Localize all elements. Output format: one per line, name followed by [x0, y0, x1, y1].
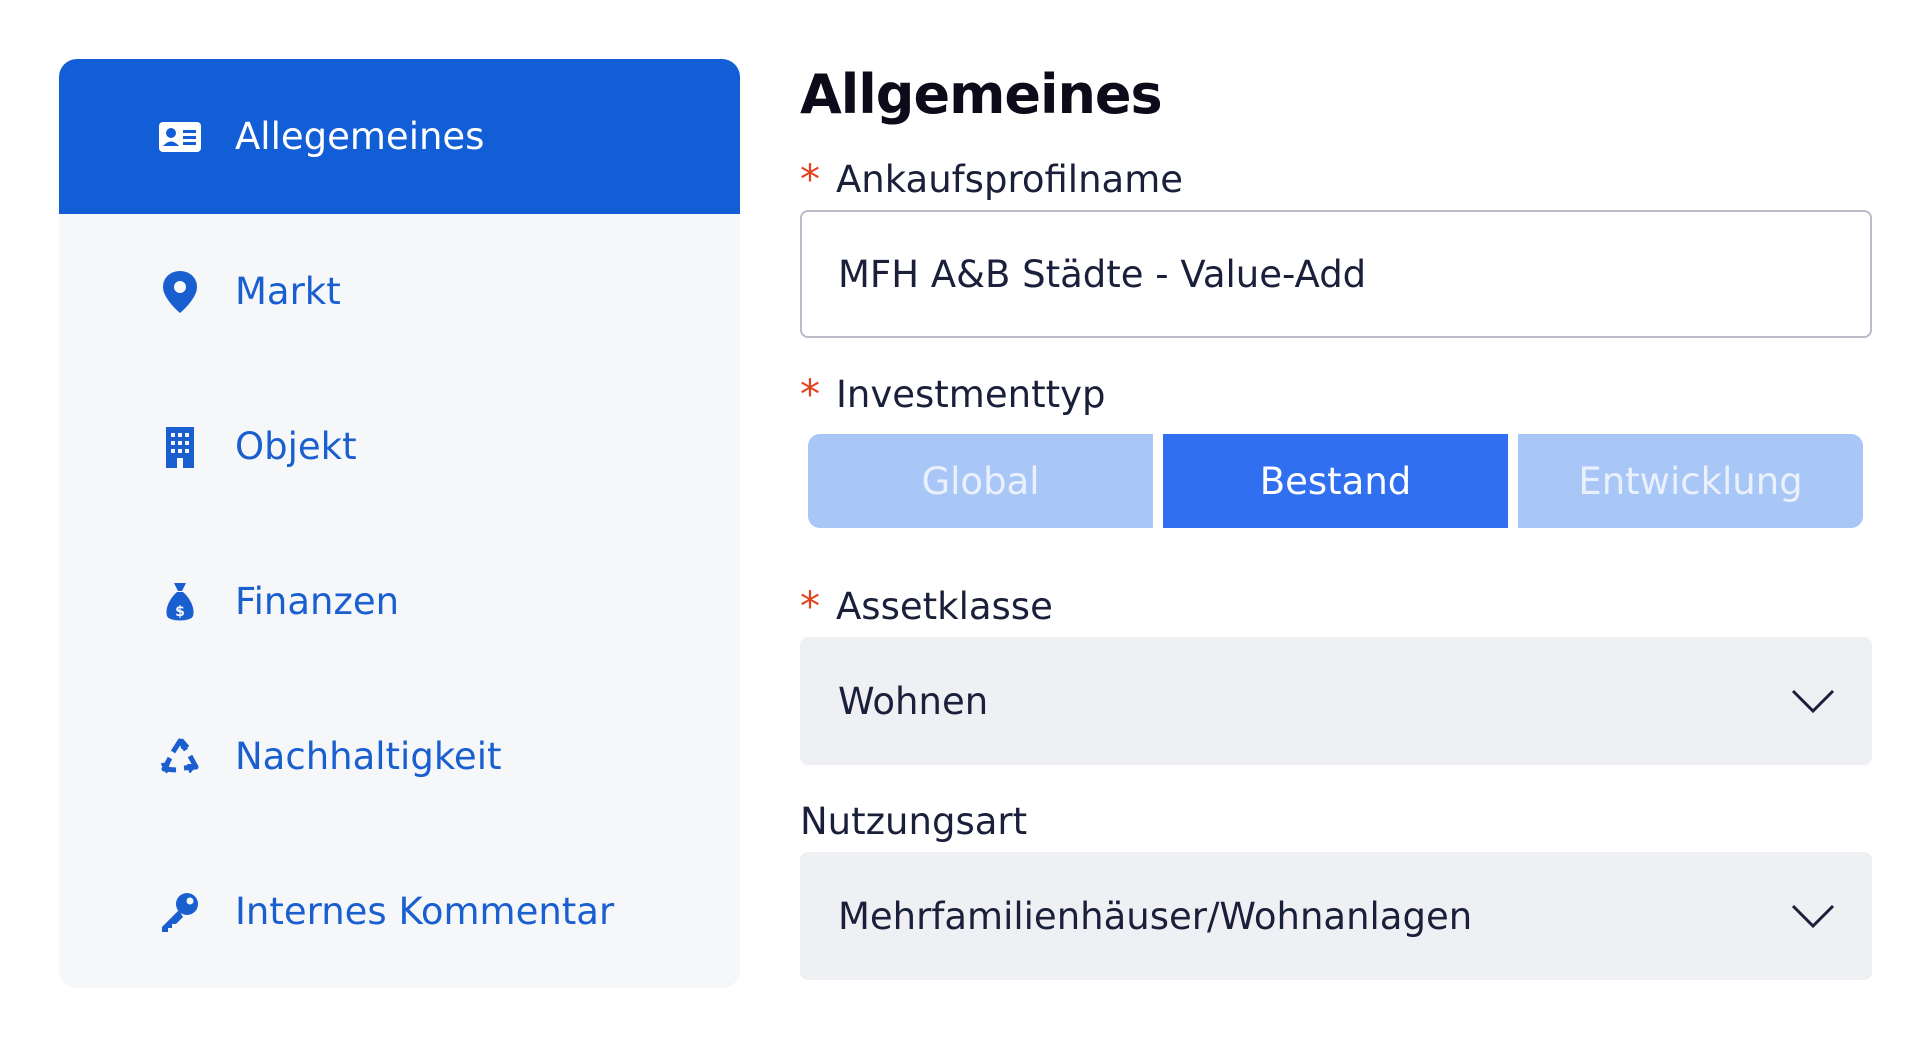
sidebar-item-allegemeines[interactable]: Allegemeines [59, 59, 740, 214]
profile-name-label: * Ankaufsprofilname [800, 150, 1872, 210]
usage-type-select[interactable]: Mehrfamilienhäuser/Wohnanlagen [800, 852, 1872, 980]
profile-name-input[interactable] [800, 210, 1872, 338]
sidebar-item-internes-kommentar[interactable]: Internes Kommentar [59, 834, 740, 988]
sidebar-item-finanzen[interactable]: $ Finanzen [59, 524, 740, 679]
key-icon [155, 887, 205, 937]
sidebar-item-label: Finanzen [235, 580, 400, 623]
id-card-icon [155, 112, 205, 162]
asset-class-label-text: Assetklasse [836, 585, 1053, 628]
profile-name-label-text: Ankaufsprofilname [836, 158, 1184, 201]
map-pin-icon [155, 267, 205, 317]
sidebar-item-label: Objekt [235, 425, 357, 468]
sidebar-item-label: Allegemeines [235, 115, 485, 158]
recycle-icon [155, 732, 205, 782]
sidebar-item-markt[interactable]: Markt [59, 214, 740, 369]
sidebar-item-label: Markt [235, 270, 341, 313]
building-icon [155, 422, 205, 472]
investment-type-label: * Investmenttyp [800, 365, 1872, 425]
asset-class-label: * Assetklasse [800, 577, 1872, 637]
chevron-down-icon [1791, 689, 1835, 714]
page-title: Allgemeines [800, 63, 1163, 126]
investment-type-option-bestand[interactable]: Bestand [1163, 434, 1508, 528]
required-marker: * [800, 372, 820, 418]
investment-type-segmented-control: Global Bestand Entwicklung [800, 434, 1872, 528]
required-marker: * [800, 584, 820, 630]
usage-type-label: Nutzungsart [800, 792, 1872, 852]
investment-type-label-text: Investmenttyp [836, 373, 1106, 416]
asset-class-select[interactable]: Wohnen [800, 637, 1872, 765]
sidebar-item-objekt[interactable]: Objekt [59, 369, 740, 524]
svg-text:$: $ [175, 604, 185, 620]
sidebar-nav: Allegemeines Markt Objekt $ Finanzen Nac… [59, 59, 740, 988]
investment-type-option-global[interactable]: Global [808, 434, 1153, 528]
usage-type-value: Mehrfamilienhäuser/Wohnanlagen [838, 894, 1473, 938]
money-bag-icon: $ [155, 577, 205, 627]
form-panel: Allgemeines * Ankaufsprofilname * Invest… [800, 55, 1872, 980]
required-marker: * [800, 157, 820, 203]
sidebar-item-label: Nachhaltigkeit [235, 735, 502, 778]
sidebar-item-label: Internes Kommentar [235, 890, 615, 933]
usage-type-label-text: Nutzungsart [800, 800, 1028, 843]
chevron-down-icon [1791, 904, 1835, 929]
investment-type-option-entwicklung[interactable]: Entwicklung [1518, 434, 1863, 528]
asset-class-value: Wohnen [838, 679, 989, 723]
sidebar-item-nachhaltigkeit[interactable]: Nachhaltigkeit [59, 679, 740, 834]
